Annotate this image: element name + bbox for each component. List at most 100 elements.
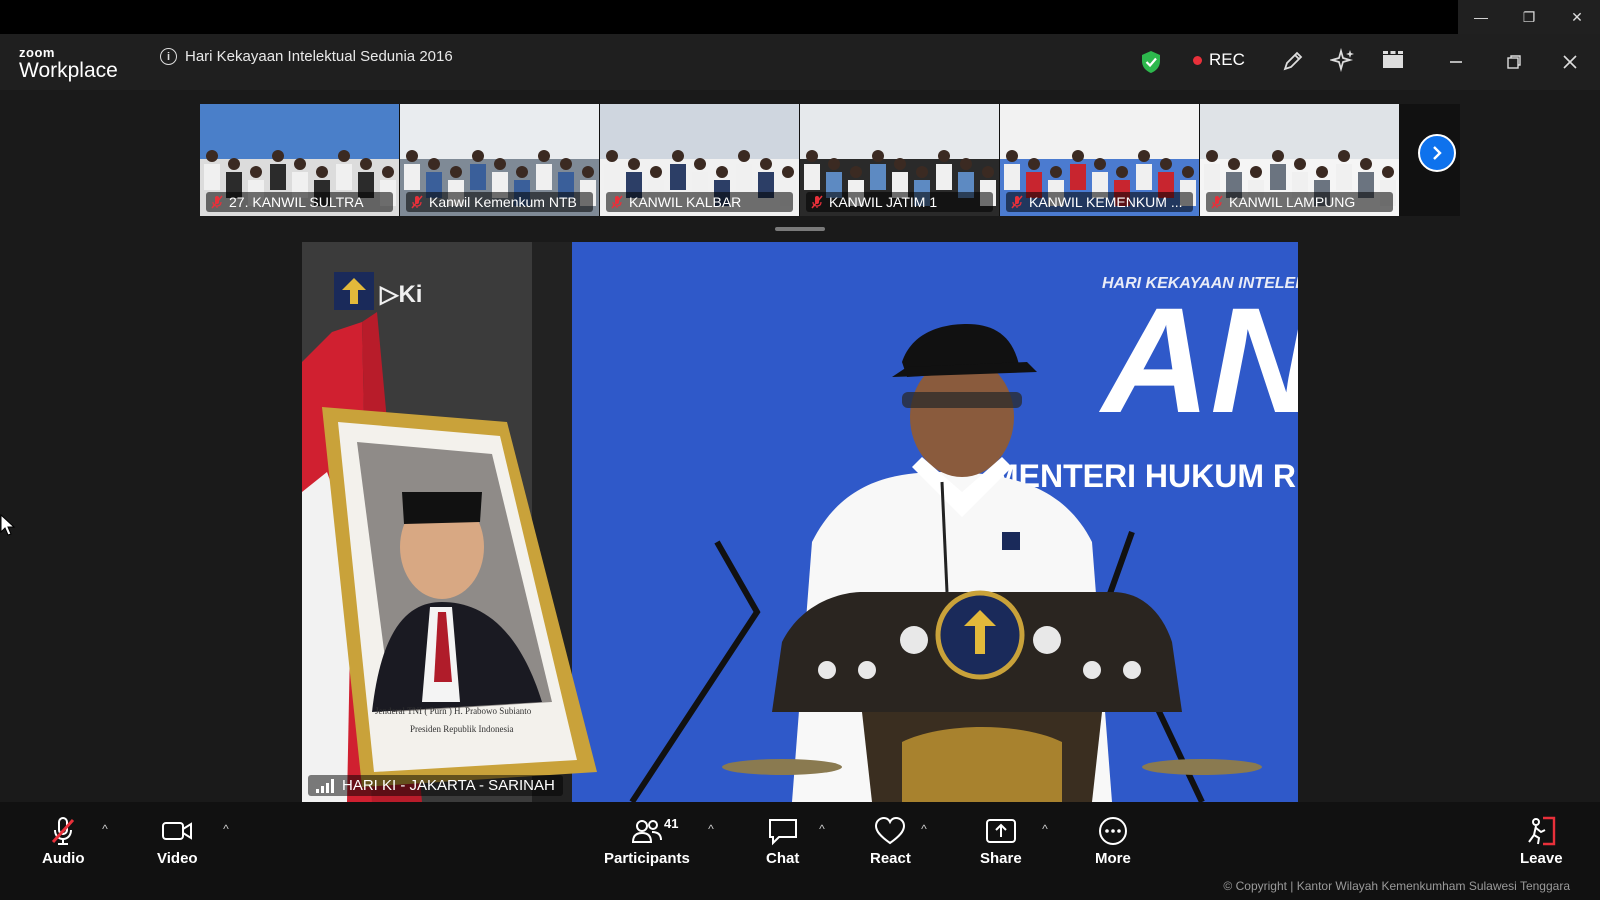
video-camera-icon [162, 822, 193, 840]
leave-label: Leave [1520, 850, 1563, 867]
more-button[interactable]: More [1095, 816, 1131, 867]
window-restore-button[interactable] [1500, 48, 1528, 76]
zoom-workplace-logo: zoom Workplace [19, 46, 118, 81]
recording-indicator[interactable]: REC [1193, 50, 1245, 70]
participant-name-label: Kanwil Kemenkum NTB [406, 192, 593, 212]
participant-thumbnail[interactable]: Kanwil Kemenkum NTB [400, 104, 600, 216]
strip-resize-handle[interactable] [775, 227, 825, 231]
participant-thumbnail[interactable]: KANWIL KEMENKUM ... [1000, 104, 1200, 216]
participant-name: KANWIL KALBAR [629, 194, 742, 210]
security-shield-icon[interactable] [1140, 50, 1162, 74]
participants-label: Participants [604, 850, 690, 867]
react-button[interactable]: React [870, 816, 911, 867]
participant-thumbnail[interactable]: KANWIL KALBAR [600, 104, 800, 216]
caret-glyph: ^ [708, 822, 714, 836]
video-options-caret[interactable]: ^ [217, 820, 235, 838]
participant-thumbnail[interactable]: 27. KANWIL SULTRA [200, 104, 400, 216]
share-screen-icon [985, 819, 1016, 843]
share-label: Share [980, 850, 1022, 867]
video-label: Video [157, 850, 198, 867]
chat-button[interactable]: Chat [766, 816, 799, 867]
participant-thumbnail[interactable]: KANWIL JATIM 1 [800, 104, 1000, 216]
ai-companion-sparkle-icon[interactable] [1330, 48, 1356, 74]
participants-options-caret[interactable]: ^ [702, 820, 720, 838]
rec-dot-icon [1193, 55, 1202, 65]
video-button[interactable]: Video [157, 816, 198, 867]
portrait-caption-line1: Jenderal TNI ( Purn ) H. Prabowo Subiant… [375, 706, 532, 716]
react-label: React [870, 850, 911, 867]
mic-muted-icon [611, 195, 623, 209]
chat-bubble-icon [768, 819, 797, 846]
os-restore-glyph: ❐ [1522, 8, 1536, 25]
participant-name: Kanwil Kemenkum NTB [429, 194, 577, 210]
chevron-right-icon [1433, 146, 1442, 160]
os-title-bar: — ❐ ✕ [0, 0, 1600, 34]
svg-text:▷Ki: ▷Ki [379, 281, 422, 308]
meeting-stage: 27. KANWIL SULTRA Kanwil Kemenkum NTB KANW… [0, 90, 1600, 802]
caret-glyph: ^ [102, 822, 108, 836]
next-page-button[interactable] [1418, 134, 1456, 172]
audio-label: Audio [42, 850, 85, 867]
audio-button[interactable]: Audio [42, 816, 85, 867]
participant-name-label: KANWIL JATIM 1 [806, 192, 993, 212]
rec-label: REC [1209, 50, 1245, 69]
view-gallery-icon[interactable] [1380, 48, 1406, 74]
brand-top: zoom [19, 45, 55, 60]
mic-muted-icon [1011, 195, 1023, 209]
participant-name: KANWIL KEMENKUM ... [1029, 194, 1183, 210]
heart-icon [875, 816, 906, 845]
mouse-cursor-icon [0, 514, 16, 536]
caret-glyph: ^ [921, 822, 927, 836]
active-speaker-video[interactable]: Jenderal TNI ( Purn ) H. Prabowo Subiant… [302, 242, 1298, 802]
leave-door-icon [1528, 816, 1556, 846]
close-icon [1563, 55, 1577, 69]
portrait-caption-line2: Presiden Republik Indonesia [410, 724, 513, 734]
caret-glyph: ^ [819, 822, 825, 836]
more-ellipsis-icon [1098, 817, 1127, 845]
more-label: More [1095, 850, 1131, 867]
mic-muted-icon [52, 817, 75, 845]
participant-name-label: KANWIL KALBAR [606, 192, 793, 212]
window-minimize-button[interactable] [1442, 48, 1470, 76]
os-minimize-glyph: — [1474, 9, 1488, 25]
react-options-caret[interactable]: ^ [915, 820, 933, 838]
mic-muted-icon [411, 195, 423, 209]
speaker-name-label: HARI KI - JAKARTA - SARINAH [308, 775, 563, 796]
mic-muted-icon [211, 195, 223, 209]
mic-muted-icon [811, 195, 823, 209]
participants-count: 41 [664, 816, 679, 831]
meeting-info[interactable]: i Hari Kekayaan Intelektual Sedunia 2016 [160, 48, 453, 65]
participant-name-label: KANWIL LAMPUNG [1206, 192, 1393, 212]
participant-name: KANWIL JATIM 1 [829, 194, 938, 210]
participants-icon [631, 820, 662, 843]
os-close-button[interactable]: ✕ [1554, 0, 1600, 34]
participant-name: KANWIL LAMPUNG [1229, 194, 1356, 210]
annotate-pencil-icon[interactable] [1280, 48, 1306, 74]
os-restore-button[interactable]: ❐ [1506, 0, 1552, 34]
chat-label: Chat [766, 850, 800, 867]
leave-button[interactable]: Leave [1520, 816, 1563, 867]
share-options-caret[interactable]: ^ [1036, 820, 1054, 838]
meeting-toolbar: Audio ^ Video ^ Participants 41 ^ Chat ^… [0, 802, 1600, 900]
participant-thumbnail[interactable]: KANWIL LAMPUNG [1200, 104, 1400, 216]
brand-bottom: Workplace [19, 59, 118, 82]
audio-options-caret[interactable]: ^ [96, 820, 114, 838]
participant-name-label: 27. KANWIL SULTRA [206, 192, 393, 212]
participant-name: 27. KANWIL SULTRA [229, 194, 364, 210]
speaker-label-text: HARI KI - JAKARTA - SARINAH [342, 777, 555, 794]
connection-signal-icon [316, 778, 334, 793]
window-close-button[interactable] [1556, 48, 1584, 76]
share-button[interactable]: Share [980, 816, 1022, 867]
os-minimize-button[interactable]: — [1458, 0, 1504, 34]
caret-glyph: ^ [223, 822, 229, 836]
participant-name-label: KANWIL KEMENKUM ... [1006, 192, 1193, 212]
speaker-video-frame: Jenderal TNI ( Purn ) H. Prabowo Subiant… [302, 242, 1298, 802]
backdrop-big-text: AN [1098, 276, 1298, 444]
chat-options-caret[interactable]: ^ [813, 820, 831, 838]
mic-muted-icon [1211, 195, 1223, 209]
caret-glyph: ^ [1042, 822, 1048, 836]
zoom-title-bar: zoom Workplace i Hari Kekayaan Intelektu… [0, 34, 1600, 90]
minimize-icon [1450, 61, 1462, 63]
os-close-glyph: ✕ [1571, 8, 1583, 25]
info-icon[interactable]: i [160, 48, 177, 65]
